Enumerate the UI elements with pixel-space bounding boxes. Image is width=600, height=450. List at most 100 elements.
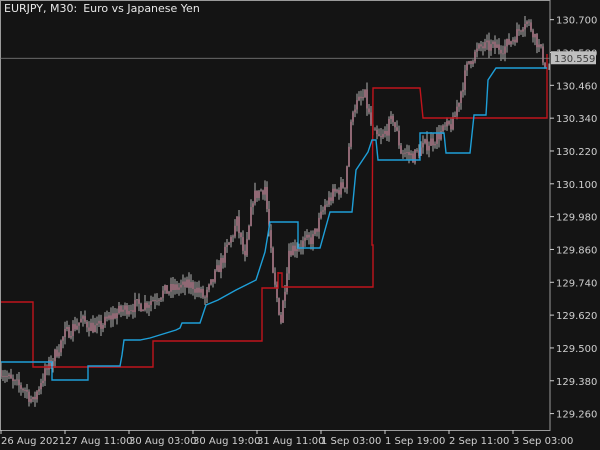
candle-body [318, 217, 320, 232]
candle-body [348, 146, 350, 167]
candle-body [194, 289, 196, 293]
candle-body [500, 49, 502, 54]
candle-body [192, 282, 194, 290]
candle-body [180, 284, 182, 288]
candle-body [136, 299, 138, 301]
candle-body [484, 42, 486, 49]
candle-body [120, 305, 122, 312]
candle-body [392, 115, 394, 123]
candle-body [142, 309, 144, 312]
candle-body [316, 228, 318, 232]
chart-window[interactable]: EURJPY, M30: Euro vs Japanese Yen 130.700… [0, 0, 600, 450]
candle-body [40, 383, 42, 390]
candle-body [226, 244, 228, 247]
candle-body [406, 152, 408, 153]
candle-body [86, 321, 88, 328]
candle-body [402, 153, 404, 155]
candle-body [96, 323, 98, 326]
candle-body [470, 61, 472, 65]
candle-body [216, 265, 218, 271]
candle-body [184, 281, 186, 288]
candle-body [106, 316, 108, 319]
candle-body [456, 106, 458, 116]
candle-body [114, 313, 116, 319]
candle-body [368, 108, 370, 113]
candle-body [400, 145, 402, 154]
candle-body [424, 139, 426, 143]
candle-body [58, 352, 60, 357]
candle-body [214, 270, 216, 282]
candle-body [520, 30, 522, 32]
candle-body [74, 324, 76, 330]
candle-body [422, 142, 424, 148]
candle-body [56, 349, 58, 357]
candle-body [370, 112, 372, 125]
candle-body [112, 313, 114, 320]
candle-body [538, 44, 540, 48]
candle-body [472, 61, 474, 65]
candle-body [20, 385, 22, 389]
candle-body [272, 247, 274, 273]
candle-body [62, 337, 64, 341]
candle-body [496, 44, 498, 48]
candle-body [504, 46, 506, 54]
candle-body [238, 216, 240, 233]
candle-body [286, 273, 288, 292]
candle-body [360, 96, 362, 99]
candle-body [108, 315, 110, 319]
candle-body [262, 190, 264, 195]
candle-body [398, 130, 400, 146]
candle-body [98, 320, 100, 324]
candle-body [264, 186, 266, 195]
candle-body [364, 89, 366, 98]
candle-body [448, 121, 450, 125]
candle-body [544, 62, 546, 68]
candle-body [330, 197, 332, 201]
candle-body [222, 257, 224, 263]
y-tick-label: 129.980 [556, 213, 597, 224]
x-tick-label: 1 Sep 03:00 [321, 436, 381, 447]
candle-body [482, 46, 484, 49]
candle-body [388, 118, 390, 136]
candle-body [162, 290, 164, 298]
chart-header: EURJPY, M30: Euro vs Japanese Yen [4, 2, 200, 15]
candle-body [64, 328, 66, 338]
candle-body [532, 30, 534, 38]
y-tick-label: 130.220 [556, 147, 597, 158]
candle-body [416, 149, 418, 151]
candle-body [358, 96, 360, 101]
candle-body [432, 138, 434, 146]
candle-body [234, 225, 236, 237]
candle-body [34, 397, 36, 400]
candle-body [32, 397, 34, 400]
candle-body [252, 203, 254, 208]
candle-body [100, 320, 102, 329]
candle-body [148, 304, 150, 308]
candle-body [260, 190, 262, 192]
candle-body [412, 153, 414, 163]
candle-body [518, 29, 520, 31]
candle-body [258, 191, 260, 198]
candle-body [146, 302, 148, 308]
y-tick-label: 130.340 [556, 114, 597, 125]
candle-body [36, 391, 38, 400]
candle-body [382, 133, 384, 138]
candle-body [12, 378, 14, 381]
candle-body [126, 305, 128, 315]
price-chart[interactable]: 130.700130.580130.460130.340130.220130.1… [0, 0, 600, 450]
candle-body [426, 139, 428, 151]
candle-body [90, 322, 92, 331]
symbol-timeframe: EURJPY, M30: [4, 2, 78, 15]
candle-body [464, 70, 466, 90]
candle-body [134, 300, 136, 313]
candle-body [166, 285, 168, 294]
candle-body [444, 125, 446, 127]
candle-body [356, 100, 358, 110]
candle-body [8, 374, 10, 377]
candle-body [246, 239, 248, 256]
candle-body [366, 89, 368, 109]
candle-body [462, 89, 464, 92]
candle-body [510, 41, 512, 45]
candle-body [150, 301, 152, 305]
candle-body [274, 272, 276, 285]
